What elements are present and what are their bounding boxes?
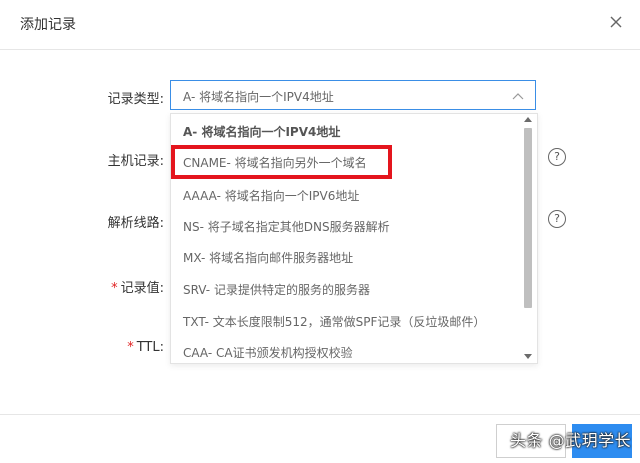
confirm-button[interactable] [572,424,632,458]
dropdown-option-srv[interactable]: SRV- 记录提供特定的服务的服务器 [183,276,370,304]
host-record-label: 主机记录: [107,154,164,169]
required-mark: * [127,340,134,355]
dropdown-option-aaaa[interactable]: AAAA- 将域名指向一个IPV6地址 [183,182,359,210]
scroll-down-icon[interactable] [524,354,532,359]
chevron-up-icon [511,89,525,103]
record-type-dropdown: A- 将域名指向一个IPV4地址 CNAME- 将域名指向另外一个域名 AAAA… [170,113,538,364]
ttl-label: * TTL: [44,340,164,355]
dropdown-option-a[interactable]: A- 将域名指向一个IPV4地址 [183,118,340,146]
dropdown-option-ns[interactable]: NS- 将子域名指定其他DNS服务器解析 [183,213,390,241]
scrollbar-thumb[interactable] [524,128,532,308]
scroll-up-icon[interactable] [524,117,532,122]
help-icon[interactable]: ? [548,148,566,166]
record-type-label: 记录类型: [107,92,164,107]
dropdown-option-cname[interactable]: CNAME- 将域名指向另外一个域名 [183,149,367,177]
record-type-select[interactable]: A- 将域名指向一个IPV4地址 [170,80,536,110]
dropdown-scrollbar[interactable] [522,116,534,360]
dropdown-option-mx[interactable]: MX- 将域名指向邮件服务器地址 [183,244,353,272]
add-record-dialog: 添加记录 记录类型: 主机记录: 解析线路: * 记录值: * TTL: ? ? A… [0,0,640,463]
help-icon[interactable]: ? [548,210,566,228]
dialog-title: 添加记录 [20,17,76,33]
dropdown-option-caa[interactable]: CAA- CA证书颁发机构授权校验 [183,339,353,363]
dialog-footer [0,414,640,463]
resolve-line-label: 解析线路: [107,216,164,231]
dropdown-option-txt[interactable]: TXT- 文本长度限制512，通常做SPF记录（反垃圾邮件） [183,308,485,336]
cancel-button[interactable] [496,424,566,458]
required-mark: * [111,281,118,296]
close-icon[interactable] [606,12,626,32]
record-value-text: 记录值: [120,281,164,296]
record-type-select-value: A- 将域名指向一个IPV4地址 [183,90,334,104]
record-value-label: * 记录值: [44,277,164,296]
ttl-text: TTL: [136,340,164,355]
dialog-header: 添加记录 [0,0,640,50]
